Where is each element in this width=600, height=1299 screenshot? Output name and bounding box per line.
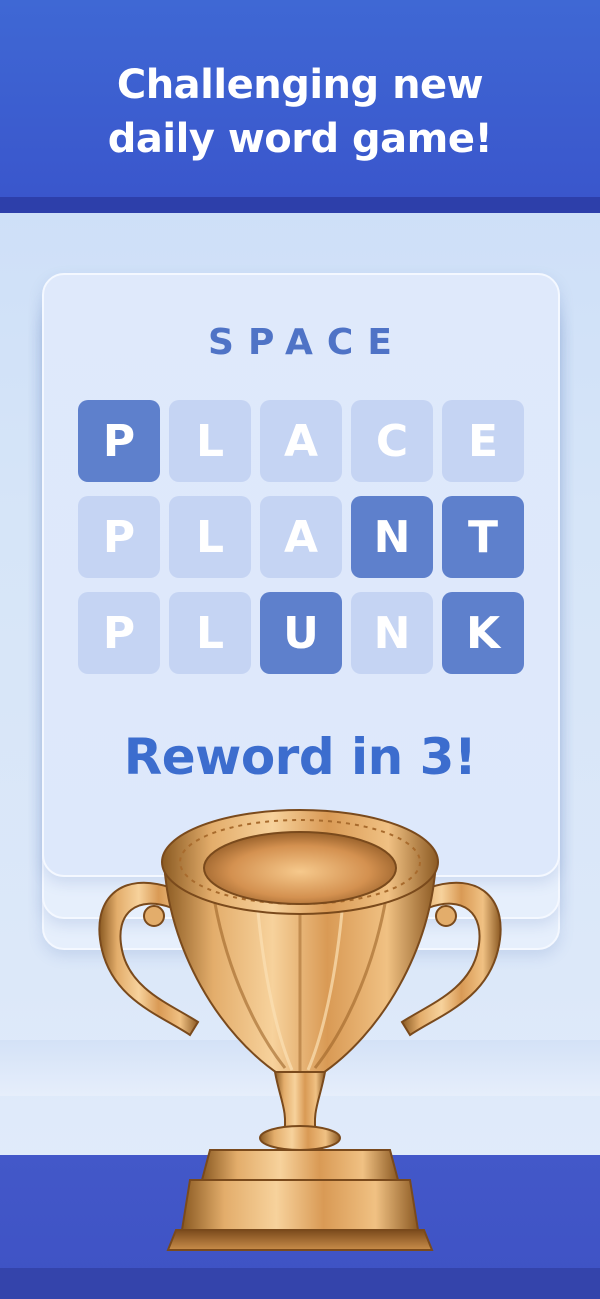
- headline: Challenging new daily word game!: [0, 58, 600, 166]
- grid-row-3: P L U N K: [78, 592, 524, 674]
- letter-tile: N: [351, 496, 433, 578]
- headline-line-1: Challenging new: [116, 62, 484, 108]
- letter-tile: L: [169, 496, 251, 578]
- grid-row-2: P L A N T: [78, 496, 524, 578]
- letter-tile: A: [260, 400, 342, 482]
- letter-tile: P: [78, 496, 160, 578]
- letter-tile: P: [78, 592, 160, 674]
- letter-tile: P: [78, 400, 160, 482]
- trophy-icon: [98, 809, 502, 1251]
- header-banner-edge: [0, 197, 600, 213]
- app-screen: Challenging new daily word game! SPACE P…: [0, 0, 600, 1299]
- letter-tile: L: [169, 400, 251, 482]
- headline-line-2: daily word game!: [107, 116, 493, 162]
- letter-tile: T: [442, 496, 524, 578]
- letter-tile: C: [351, 400, 433, 482]
- letter-tile: L: [169, 592, 251, 674]
- letter-tile: E: [442, 400, 524, 482]
- letter-tile: K: [442, 592, 524, 674]
- target-word: SPACE: [208, 322, 406, 363]
- letter-tile: A: [260, 496, 342, 578]
- letter-grid: P L A C E P L A N T P L U N K: [78, 400, 524, 688]
- letter-tile: N: [351, 592, 433, 674]
- letter-tile: U: [260, 592, 342, 674]
- grid-row-1: P L A C E: [78, 400, 524, 482]
- tagline: Reword in 3!: [123, 728, 477, 786]
